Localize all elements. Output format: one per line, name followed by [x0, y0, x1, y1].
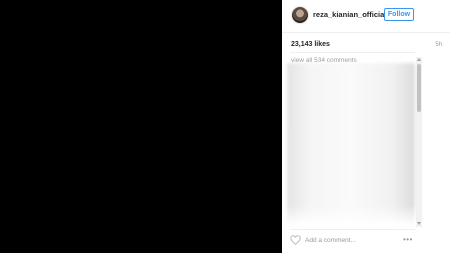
header-divider	[282, 32, 450, 33]
scroll-down-arrow-icon[interactable]	[417, 222, 421, 225]
more-options-icon[interactable]: •••	[403, 236, 415, 244]
avatar[interactable]	[291, 6, 309, 24]
footer-divider	[290, 229, 415, 230]
add-comment-input[interactable]	[305, 235, 395, 246]
username-link[interactable]: reza_kianian_official	[313, 10, 386, 19]
heart-icon[interactable]	[290, 235, 301, 245]
post-viewer: reza_kianian_official Follow 23,143 like…	[0, 0, 450, 253]
scrollbar-thumb[interactable]	[417, 64, 421, 112]
post-time[interactable]: 5h	[435, 42, 442, 48]
post-header: reza_kianian_official Follow	[282, 0, 450, 32]
post-side-panel: reza_kianian_official Follow 23,143 like…	[282, 0, 450, 253]
likes-count[interactable]: 23,143 likes	[291, 41, 330, 48]
likes-divider	[290, 52, 415, 53]
comments-list	[287, 63, 415, 225]
post-media[interactable]	[0, 0, 282, 253]
scroll-up-arrow-icon[interactable]	[417, 58, 421, 61]
follow-button[interactable]: Follow	[384, 8, 414, 21]
